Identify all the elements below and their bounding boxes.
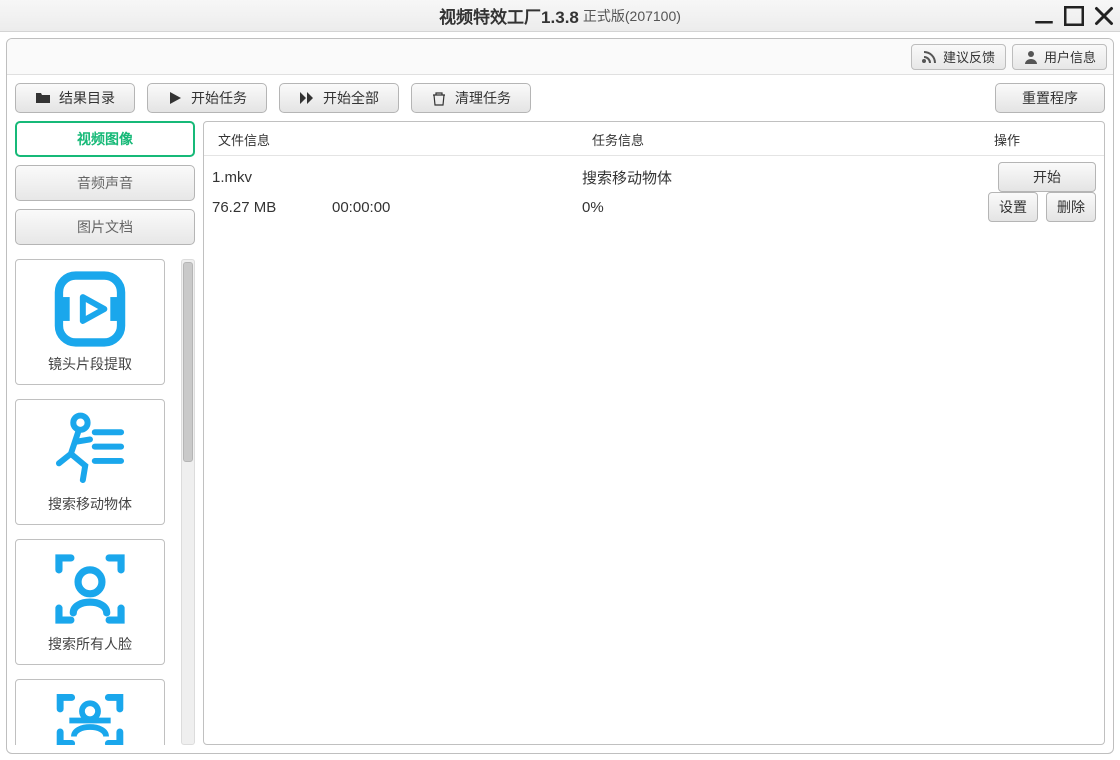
tool-scroll: 镜头片段提取 搜索移动物体 — [15, 259, 195, 745]
tool-search-faces[interactable]: 搜索所有人脸 — [15, 539, 165, 665]
task-settings-label: 设置 — [999, 197, 1027, 217]
category-video[interactable]: 视频图像 — [15, 121, 195, 157]
results-label: 结果目录 — [59, 88, 115, 108]
window-controls — [1034, 0, 1114, 32]
running-icon — [47, 406, 133, 492]
feedback-label: 建议反馈 — [943, 47, 995, 66]
column-headers: 文件信息 任务信息 操作 — [204, 122, 1104, 155]
task-delete-label: 删除 — [1057, 197, 1085, 217]
reset-button[interactable]: 重置程序 — [995, 83, 1105, 113]
col-file: 文件信息 — [214, 130, 584, 149]
tool-search-motion-label: 搜索移动物体 — [48, 494, 132, 514]
titlebar: 视频特效工厂1.3.8 正式版(207100) — [0, 0, 1120, 32]
start-all-label: 开始全部 — [323, 88, 379, 108]
task-start-label: 开始 — [1033, 167, 1061, 187]
task-progress: 0% — [582, 199, 976, 216]
scrollbar-thumb[interactable] — [183, 262, 193, 462]
toolbar: 结果目录 开始任务 开始全部 清理任务 重置程序 — [7, 75, 1113, 121]
feedback-button[interactable]: 建议反馈 — [911, 44, 1006, 70]
face-id-icon — [47, 686, 133, 745]
play-icon — [167, 90, 183, 106]
category-audio[interactable]: 音频声音 — [15, 165, 195, 201]
tool-list: 镜头片段提取 搜索移动物体 — [15, 259, 177, 745]
col-action: 操作 — [994, 130, 1094, 149]
tool-search-faces-label: 搜索所有人脸 — [48, 634, 132, 654]
tool-search-motion[interactable]: 搜索移动物体 — [15, 399, 165, 525]
tool-shot-extract[interactable]: 镜头片段提取 — [15, 259, 165, 385]
user-icon — [1023, 49, 1039, 65]
category-video-label: 视频图像 — [77, 129, 133, 149]
main-area: 视频图像 音频声音 图片文档 镜头片段提取 — [7, 121, 1113, 753]
maximize-button[interactable] — [1064, 6, 1084, 26]
app-frame: 建议反馈 用户信息 结果目录 开始任务 开始全部 清理任务 重置程序 — [6, 38, 1114, 754]
col-task: 任务信息 — [592, 130, 986, 149]
task-filename: 1.mkv — [212, 169, 582, 186]
folder-icon — [35, 90, 51, 106]
reset-label: 重置程序 — [1022, 88, 1078, 108]
close-button[interactable] — [1094, 6, 1114, 26]
fast-forward-icon — [299, 90, 315, 106]
app-title: 视频特效工厂1.3.8 — [439, 3, 579, 28]
sidebar-scrollbar[interactable] — [181, 259, 195, 745]
results-dir-button[interactable]: 结果目录 — [15, 83, 135, 113]
category-image-label: 图片文档 — [77, 217, 133, 237]
app-subtitle: 正式版(207100) — [583, 6, 681, 26]
user-button[interactable]: 用户信息 — [1012, 44, 1107, 70]
topbar: 建议反馈 用户信息 — [7, 39, 1113, 75]
tool-search-face-id[interactable]: 搜索指定人脸 — [15, 679, 165, 745]
category-audio-label: 音频声音 — [77, 173, 133, 193]
task-start-button[interactable]: 开始 — [998, 162, 1096, 192]
task-settings-button[interactable]: 设置 — [988, 192, 1038, 222]
user-label: 用户信息 — [1044, 47, 1096, 66]
film-clip-icon — [47, 266, 133, 352]
tool-shot-extract-label: 镜头片段提取 — [48, 354, 132, 374]
task-delete-button[interactable]: 删除 — [1046, 192, 1096, 222]
sidebar: 视频图像 音频声音 图片文档 镜头片段提取 — [15, 121, 195, 745]
task-size: 76.27 MB — [212, 199, 332, 216]
task-type: 搜索移动物体 — [582, 167, 976, 188]
face-scan-icon — [47, 546, 133, 632]
trash-icon — [431, 90, 447, 106]
category-image[interactable]: 图片文档 — [15, 209, 195, 245]
task-time: 00:00:00 — [332, 199, 582, 216]
start-task-label: 开始任务 — [191, 88, 247, 108]
task-panel: 文件信息 任务信息 操作 1.mkv 搜索移动物体 开始 76.27 MB 00 — [203, 121, 1105, 745]
clear-label: 清理任务 — [455, 88, 511, 108]
task-row: 1.mkv 搜索移动物体 开始 76.27 MB 00:00:00 0% 设置 — [204, 155, 1104, 230]
clear-tasks-button[interactable]: 清理任务 — [411, 83, 531, 113]
start-task-button[interactable]: 开始任务 — [147, 83, 267, 113]
start-all-button[interactable]: 开始全部 — [279, 83, 399, 113]
minimize-button[interactable] — [1034, 6, 1054, 26]
rss-icon — [922, 49, 938, 65]
